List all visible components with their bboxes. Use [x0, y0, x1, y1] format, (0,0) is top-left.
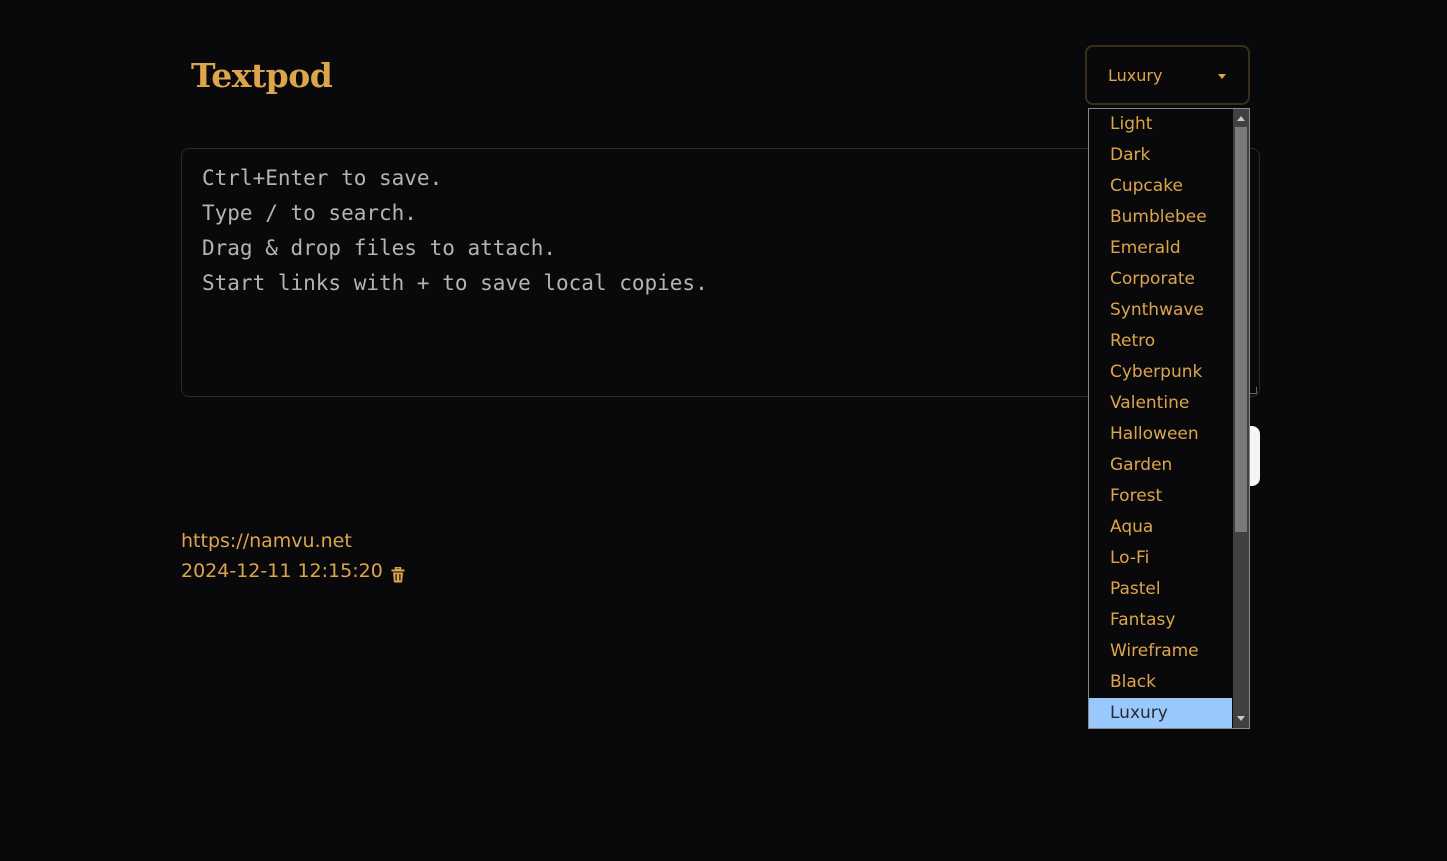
theme-option-garden[interactable]: Garden — [1089, 450, 1232, 481]
theme-option-dark[interactable]: Dark — [1089, 140, 1232, 171]
scroll-thumb[interactable] — [1235, 127, 1247, 532]
theme-option-aqua[interactable]: Aqua — [1089, 512, 1232, 543]
theme-option-synthwave[interactable]: Synthwave — [1089, 295, 1232, 326]
editor-placeholder-line: Type / to search. — [202, 201, 417, 225]
scroll-down-icon[interactable] — [1237, 716, 1245, 721]
dropdown-scrollbar[interactable] — [1233, 109, 1249, 728]
theme-option-valentine[interactable]: Valentine — [1089, 388, 1232, 419]
theme-option-halloween[interactable]: Halloween — [1089, 419, 1232, 450]
editor-placeholder-line: Start links with + to save local copies. — [202, 271, 708, 295]
note-timestamp: 2024-12-11 12:15:20 — [181, 560, 383, 582]
theme-option-retro[interactable]: Retro — [1089, 326, 1232, 357]
note-link[interactable]: https://namvu.net — [181, 528, 405, 554]
theme-option-fantasy[interactable]: Fantasy — [1089, 605, 1232, 636]
scroll-up-icon[interactable] — [1237, 116, 1245, 121]
editor-placeholder-line: Ctrl+Enter to save. — [202, 166, 443, 190]
theme-option-wireframe[interactable]: Wireframe — [1089, 636, 1232, 667]
theme-option-pastel[interactable]: Pastel — [1089, 574, 1232, 605]
theme-option-emerald[interactable]: Emerald — [1089, 233, 1232, 264]
editor-placeholder-line: Drag & drop files to attach. — [202, 236, 557, 260]
theme-option-forest[interactable]: Forest — [1089, 481, 1232, 512]
theme-select[interactable]: Luxury — [1085, 45, 1250, 105]
theme-option-luxury[interactable]: Luxury — [1089, 698, 1232, 728]
theme-option-black[interactable]: Black — [1089, 667, 1232, 698]
theme-option-cyberpunk[interactable]: Cyberpunk — [1089, 357, 1232, 388]
theme-dropdown-list[interactable]: Light Dark Cupcake Bumblebee Emerald Cor… — [1088, 108, 1250, 729]
note-meta: 2024-12-11 12:15:20 — [181, 554, 405, 588]
resize-handle[interactable] — [1250, 387, 1257, 394]
theme-select-value: Luxury — [1108, 65, 1163, 85]
theme-option-corporate[interactable]: Corporate — [1089, 264, 1232, 295]
theme-option-bumblebee[interactable]: Bumblebee — [1089, 202, 1232, 233]
note-entry: https://namvu.net 2024-12-11 12:15:20 — [181, 528, 405, 588]
trash-icon[interactable] — [391, 560, 405, 583]
theme-option-lofi[interactable]: Lo-Fi — [1089, 543, 1232, 574]
app-title: Textpod — [191, 56, 333, 95]
theme-option-cupcake[interactable]: Cupcake — [1089, 171, 1232, 202]
theme-option-light[interactable]: Light — [1089, 109, 1232, 140]
chevron-down-icon — [1218, 74, 1226, 79]
